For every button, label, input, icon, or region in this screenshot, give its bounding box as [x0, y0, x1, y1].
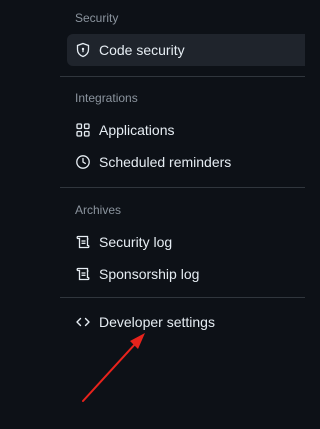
- sidebar-item-label: Code security: [99, 42, 185, 58]
- apps-icon: [75, 122, 91, 138]
- sidebar-item-sponsorship-log[interactable]: Sponsorship log: [67, 258, 305, 290]
- section-heading-security: Security: [75, 11, 119, 25]
- section-heading-archives: Archives: [75, 203, 122, 217]
- sidebar-item-label: Applications: [99, 122, 175, 138]
- sidebar-item-applications[interactable]: Applications: [67, 114, 305, 146]
- divider: [60, 297, 305, 298]
- sidebar-item-code-security[interactable]: Code security: [67, 34, 305, 66]
- section-heading-integrations: Integrations: [75, 91, 138, 105]
- clock-icon: [75, 154, 91, 170]
- settings-sidebar: Security Code security Integrations Appl…: [0, 0, 305, 429]
- sidebar-item-developer-settings[interactable]: Developer settings: [67, 306, 305, 338]
- shield-icon: [75, 42, 91, 58]
- divider: [60, 76, 305, 77]
- sidebar-item-security-log[interactable]: Security log: [67, 226, 305, 258]
- log-icon: [75, 266, 91, 282]
- divider: [60, 187, 305, 188]
- sidebar-item-label: Scheduled reminders: [99, 154, 232, 170]
- sidebar-item-label: Developer settings: [99, 314, 215, 330]
- sidebar-item-label: Sponsorship log: [99, 266, 200, 282]
- log-icon: [75, 234, 91, 250]
- code-icon: [75, 314, 91, 330]
- sidebar-item-scheduled-reminders[interactable]: Scheduled reminders: [67, 146, 305, 178]
- sidebar-item-label: Security log: [99, 234, 173, 250]
